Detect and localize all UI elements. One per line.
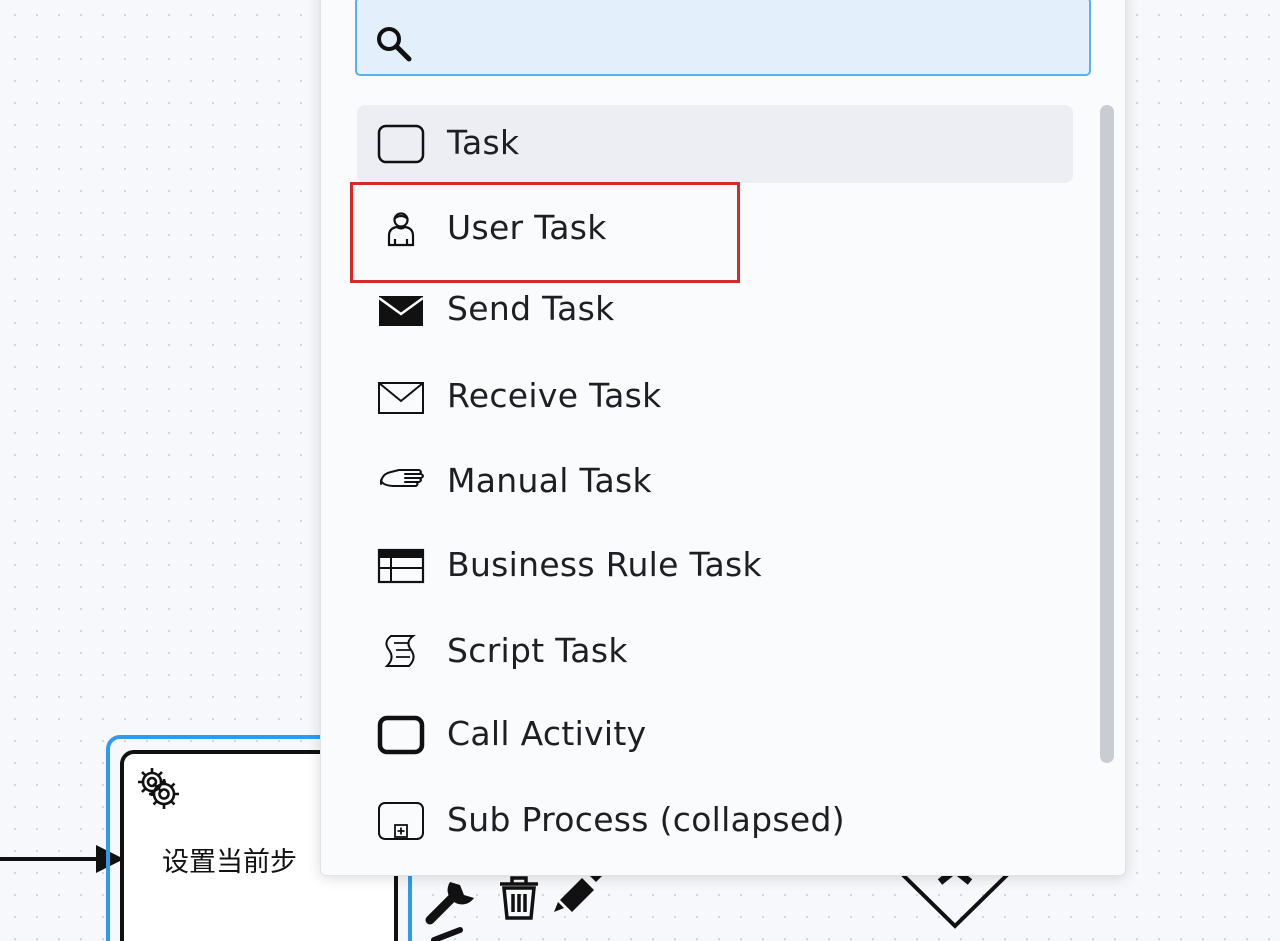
sub-process-collapsed-icon [378, 802, 424, 840]
gear-icon [138, 768, 179, 809]
menu-entry-label: Receive Task [447, 376, 662, 415]
scrollbar-thumb[interactable] [1100, 105, 1114, 763]
receive-task-icon [378, 382, 424, 414]
replace-menu-popup: Task User Task Send Task Receive Task Ma… [320, 0, 1126, 876]
script-task-icon [384, 635, 416, 667]
business-rule-task-icon [377, 548, 425, 584]
wrench-icon[interactable] [425, 882, 474, 941]
search-box[interactable] [355, 0, 1091, 76]
menu-entry-receive-task[interactable]: Receive Task [357, 358, 1073, 436]
menu-entry-user-task[interactable]: User Task [357, 190, 1073, 268]
menu-entry-sub-process-collapsed[interactable]: Sub Process (collapsed) [357, 782, 1073, 860]
menu-entry-label: Business Rule Task [447, 545, 762, 584]
menu-entry-manual-task[interactable]: Manual Task [357, 443, 1073, 521]
menu-entry-label: Sub Process (collapsed) [447, 800, 845, 839]
menu-entry-label: Send Task [447, 289, 615, 328]
menu-entry-call-activity[interactable]: Call Activity [357, 696, 1073, 774]
manual-task-icon [380, 469, 424, 487]
menu-entry-label: Manual Task [447, 461, 652, 500]
menu-entry-label: Call Activity [447, 714, 647, 753]
menu-entry-send-task[interactable]: Send Task [357, 271, 1073, 349]
call-activity-icon [377, 715, 425, 755]
task-icon [377, 124, 425, 164]
menu-entry-business-rule-task[interactable]: Business Rule Task [357, 527, 1073, 605]
menu-entry-task[interactable]: Task [357, 105, 1073, 183]
search-icon [377, 27, 412, 62]
menu-entry-label: User Task [447, 208, 607, 247]
menu-entry-label: Task [447, 123, 520, 162]
user-task-icon [387, 212, 415, 247]
menu-entry-label: Script Task [447, 631, 628, 670]
task-label: 设置当前步 [162, 847, 297, 878]
trash-icon[interactable] [500, 876, 538, 920]
search-input[interactable] [429, 13, 1069, 63]
menu-entry-script-task[interactable]: Script Task [357, 613, 1073, 691]
send-task-icon [378, 296, 424, 326]
